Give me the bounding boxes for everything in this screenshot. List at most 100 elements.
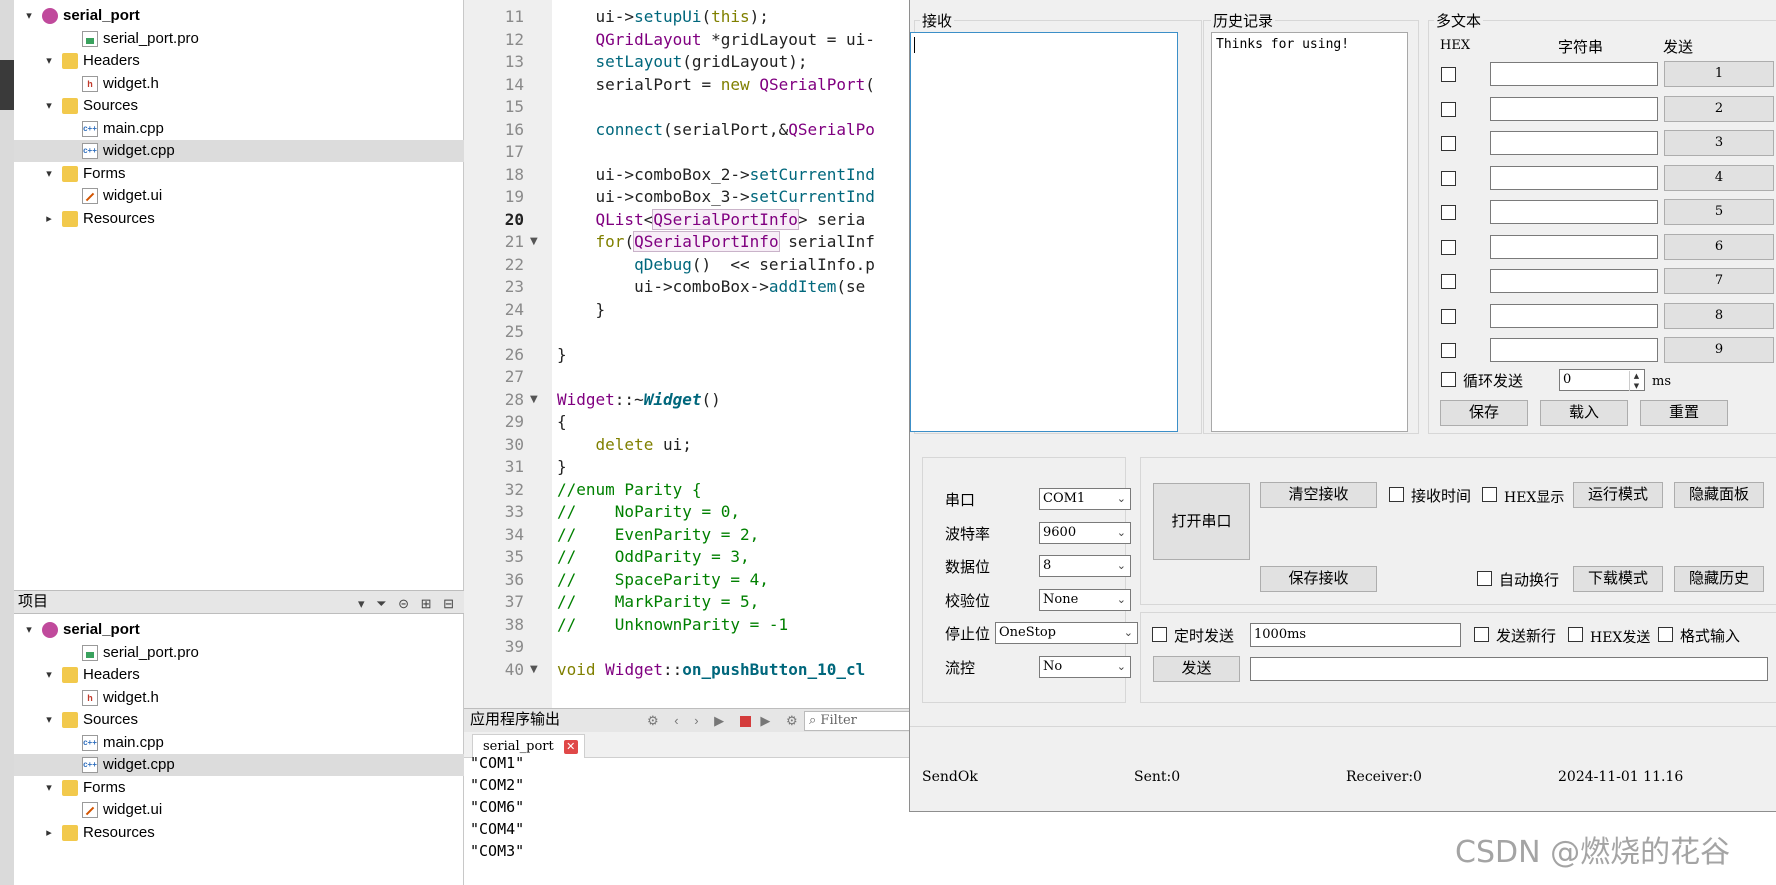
multitext-hex-checkbox[interactable] [1441,101,1456,117]
code-line[interactable]: qDebug() << serialInfo.p [557,253,875,276]
setting-combobox[interactable]: No ⌄ [1039,655,1131,678]
code-line[interactable]: delete ui; [557,433,692,456]
format-input-checkbox[interactable] [1658,627,1673,642]
send-newline-checkbox[interactable] [1474,627,1489,642]
multitext-string-input[interactable] [1490,303,1658,328]
output-text-area[interactable]: "COM1" "COM2" "COM6" "COM4" "COM3" [464,754,909,885]
multitext-hex-checkbox[interactable] [1441,136,1456,151]
setting-combobox[interactable]: 8 ⌄ [1039,555,1131,577]
hex-send-checkbox[interactable] [1568,627,1583,642]
project-tree-top[interactable]: ▾ serial_port serial_port.pro ▾ Headers h widg… [14,0,464,590]
fold-marker-icon[interactable]: ▼ [530,388,538,411]
multitext-string-input[interactable] [1490,131,1658,155]
multitext-hex-checkbox[interactable] [1441,274,1456,289]
tree-item-serial-port[interactable]: ▾ serial_port [14,619,464,641]
chevron-right-icon[interactable]: ▸ [42,822,56,844]
auto-newline-checkbox[interactable] [1477,571,1492,586]
chevron-down-icon[interactable]: ⌄ [1124,623,1133,643]
tree-item-widget-h[interactable]: h widget.h [14,687,464,709]
output-toolbar[interactable]: ⚙ ‹ › ▶ ▶ ⚙ [647,710,804,732]
chevron-down-icon[interactable]: ⌄ [1117,556,1126,576]
loop-send-checkbox[interactable] [1441,372,1456,387]
multitext-string-input[interactable] [1490,200,1658,224]
tree-item-resources[interactable]: ▸ Resources [14,822,464,844]
download-mode-button[interactable]: 下载模式 [1573,566,1663,592]
multitext-send-button-3[interactable]: 3 [1664,130,1774,156]
tree-item-widget-ui[interactable]: widget.ui [14,185,464,207]
tree-item-serial-port[interactable]: ▾ serial_port [14,5,464,27]
send-button[interactable]: 发送 [1153,656,1240,682]
tree-item-forms[interactable]: ▾ Forms [14,163,464,185]
tree-item-forms[interactable]: ▾ Forms [14,777,464,799]
timed-interval-input[interactable]: 1000ms [1250,623,1461,647]
projects-pane-tools[interactable]: ▾ ⏷ ⊝ ⊞ ⊟ [358,593,458,615]
tree-item-headers[interactable]: ▾ Headers [14,664,464,686]
code-line[interactable]: for(QSerialPortInfo serialInf [557,230,875,253]
multitext-send-button-6[interactable]: 6 [1664,233,1774,260]
code-editor[interactable]: 11 ui->setupUi(this); 12 QGridLayout *gri… [464,0,909,708]
code-line[interactable]: setLayout(gridLayout); [557,50,808,73]
close-icon[interactable]: ✕ [563,740,578,754]
code-line[interactable]: } [557,343,567,366]
code-line[interactable]: // OddParity = 3, [557,545,750,568]
save-button[interactable]: 保存 [1440,400,1528,426]
project-tree-bottom[interactable]: ▾ serial_port serial_port.pro ▾ Headers h widg… [14,614,464,885]
tree-item-resources[interactable]: ▸ Resources [14,208,464,230]
code-line[interactable]: //enum Parity { [557,478,702,501]
hex-display-checkbox[interactable] [1482,487,1497,502]
setting-combobox[interactable]: COM1 ⌄ [1039,488,1131,510]
code-line[interactable]: ui->comboBox_3->setCurrentInd [557,185,875,208]
chevron-down-icon[interactable]: ▾ [42,50,56,72]
multitext-string-input[interactable] [1490,269,1658,293]
multitext-send-button-2[interactable]: 2 [1664,95,1774,122]
tree-item-sources[interactable]: ▾ Sources [14,709,464,731]
code-line[interactable]: QGridLayout *gridLayout = ui- [557,28,875,51]
tree-item-main-cpp[interactable]: c++ main.cpp [14,118,464,140]
multitext-send-button-8[interactable]: 8 [1664,302,1774,329]
save-receive-button[interactable]: 保存接收 [1260,566,1377,592]
chevron-down-icon[interactable]: ▾ [42,163,56,185]
multitext-send-button-7[interactable]: 7 [1664,268,1774,294]
multitext-string-input[interactable] [1490,96,1658,121]
code-line[interactable]: // MarkParity = 5, [557,590,759,613]
code-line[interactable]: serialPort = new QSerialPort( [557,73,875,96]
tree-item-widget-ui[interactable]: widget.ui [14,799,464,821]
send-text-input[interactable] [1250,657,1768,681]
multitext-hex-checkbox[interactable] [1441,205,1456,220]
fold-marker-icon[interactable]: ▼ [530,230,538,253]
code-line[interactable]: // EvenParity = 2, [557,523,759,546]
code-line[interactable]: ui->comboBox_2->setCurrentInd [557,163,875,186]
chevron-down-icon[interactable]: ▾ [22,619,36,641]
multitext-string-input[interactable] [1490,62,1658,86]
multitext-send-button-1[interactable]: 1 [1664,61,1774,87]
multitext-send-button-5[interactable]: 5 [1664,199,1774,225]
setting-combobox[interactable]: 9600 ⌄ [1039,521,1131,544]
multitext-hex-checkbox[interactable] [1441,170,1456,186]
chevron-right-icon[interactable]: ▸ [42,208,56,230]
code-line[interactable]: { [557,410,567,433]
chevron-down-icon[interactable]: ▾ [42,95,56,117]
multitext-hex-checkbox[interactable] [1441,239,1456,255]
loop-interval-spinbox[interactable]: 0 ▲ ▼ [1559,369,1645,391]
chevron-down-icon[interactable]: ⌄ [1117,657,1126,677]
tree-item-sources[interactable]: ▾ Sources [14,95,464,117]
stop-icon[interactable] [739,716,751,728]
tree-item-widget-h[interactable]: h widget.h [14,73,464,95]
multitext-string-input[interactable] [1490,338,1658,362]
history-textarea[interactable]: Thinks for using! [1211,32,1408,432]
code-line[interactable]: connect(serialPort,&QSerialPo [557,118,875,141]
tree-item-main-cpp[interactable]: c++ main.cpp [14,732,464,754]
tree-item-widget-cpp[interactable]: c++ widget.cpp [14,754,464,776]
chevron-down-icon[interactable]: ▾ [22,5,36,27]
multitext-string-input[interactable] [1490,234,1658,259]
chevron-down-icon[interactable]: ▾ [42,777,56,799]
chevron-down-icon[interactable]: ⌄ [1117,523,1126,543]
code-line[interactable]: ui->comboBox->addItem(se [557,275,865,298]
tree-item-widget-cpp[interactable]: c++ widget.cpp [14,140,464,162]
multitext-send-button-9[interactable]: 9 [1664,337,1774,363]
multitext-hex-checkbox[interactable] [1441,308,1456,324]
code-line[interactable]: ui->setupUi(this); [557,5,769,28]
load-button[interactable]: 载入 [1540,400,1628,426]
receive-textarea[interactable] [910,32,1178,432]
multitext-hex-checkbox[interactable] [1441,343,1456,358]
